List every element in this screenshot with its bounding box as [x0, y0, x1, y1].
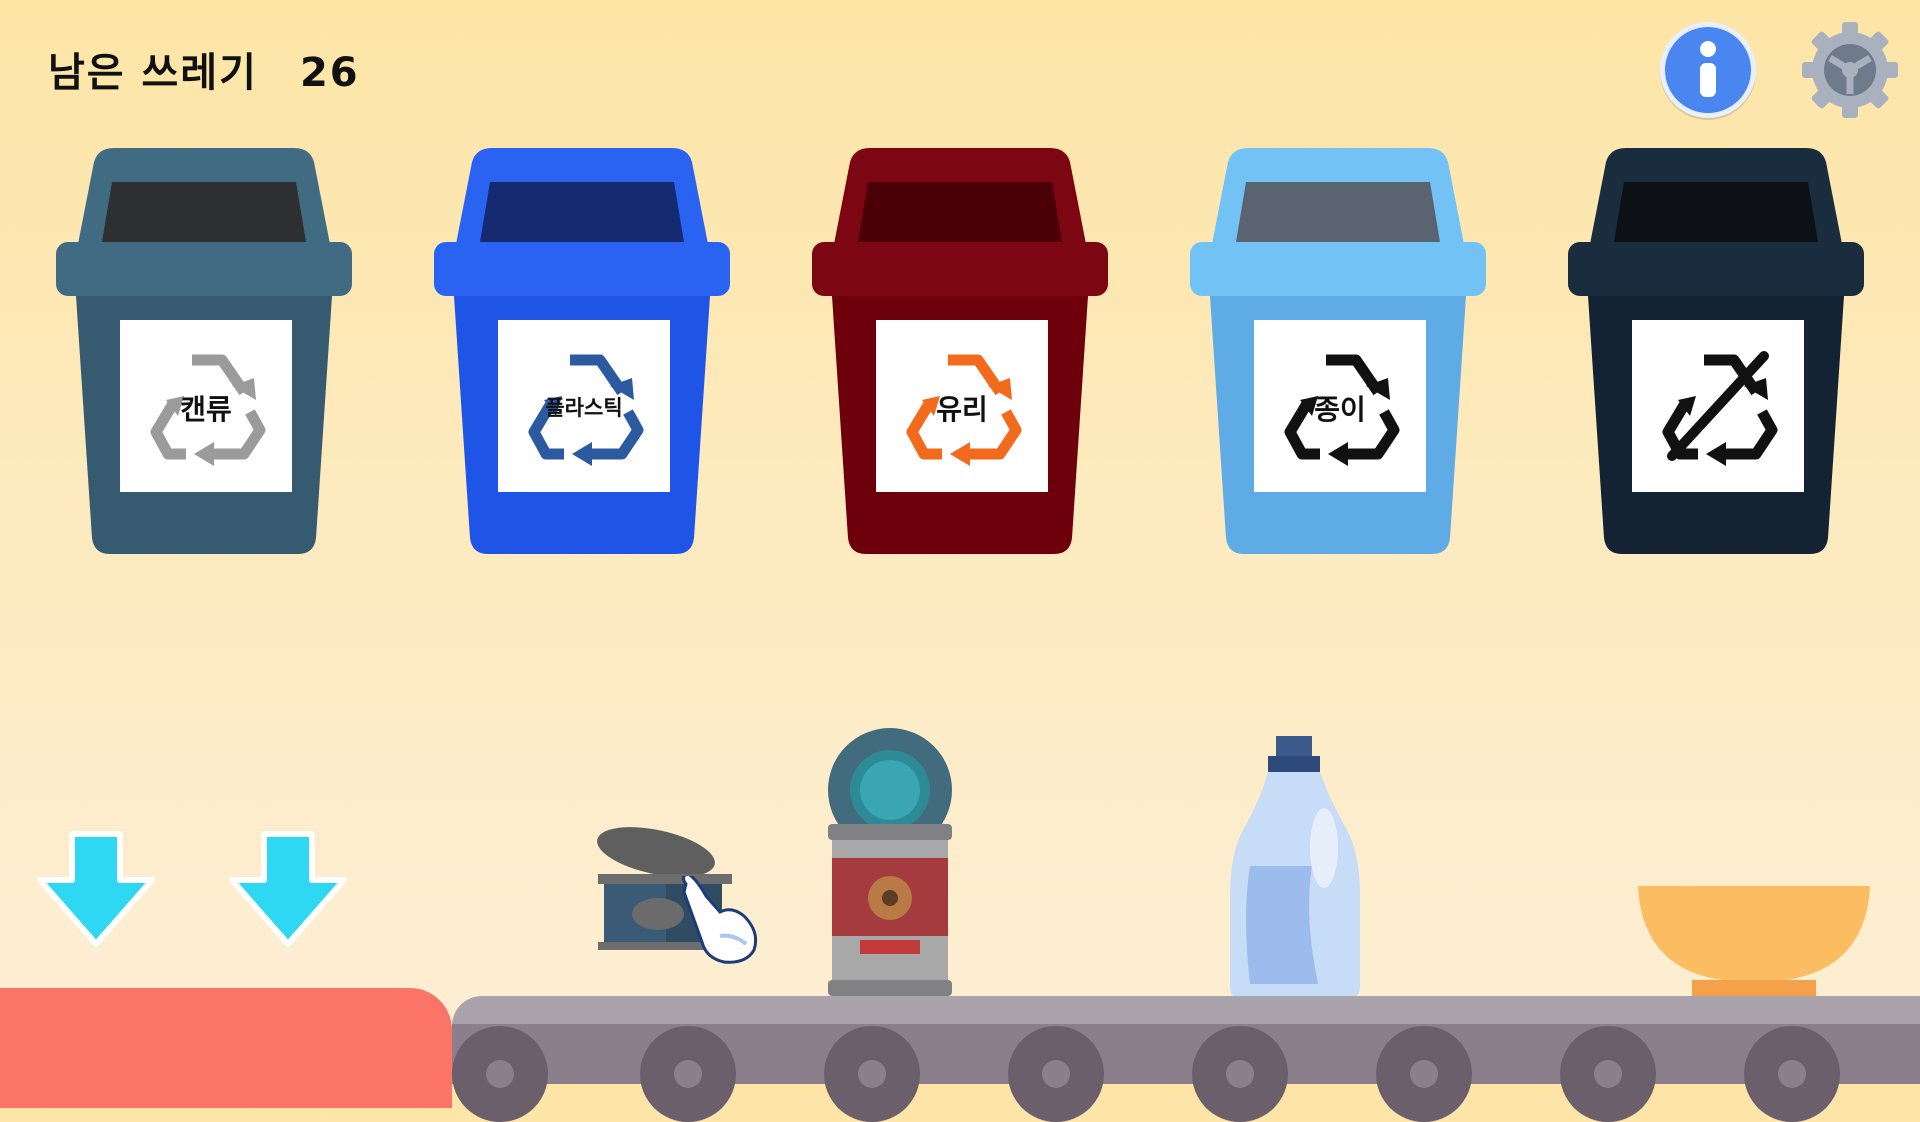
bin-glass[interactable]: 유리	[810, 148, 1110, 554]
down-arrow-icon	[37, 831, 155, 947]
bin-cans[interactable]: 캔류	[54, 148, 354, 554]
bin-label-text: 캔류	[180, 393, 232, 426]
conveyor-belt	[452, 996, 1920, 1122]
bin-label-cans: 캔류	[120, 320, 292, 492]
settings-button[interactable]	[1798, 18, 1902, 122]
bin-label-text: 플라스틱	[545, 396, 623, 420]
bin-general-waste[interactable]	[1566, 148, 1866, 554]
food-can-icon	[828, 728, 952, 996]
conveyor-wheel	[1008, 1026, 1104, 1122]
conveyor-wheel	[1376, 1026, 1472, 1122]
drop-right-button[interactable]	[228, 830, 348, 948]
conveyor-wheel	[1560, 1026, 1656, 1122]
bin-plastic[interactable]: 플라스틱	[432, 148, 732, 554]
info-icon	[1700, 41, 1716, 97]
bin-paper[interactable]: 종이	[1188, 148, 1488, 554]
conveyor-wheel	[1192, 1026, 1288, 1122]
bin-label-paper: 종이	[1254, 320, 1426, 492]
conveyor-wheel	[824, 1026, 920, 1122]
bin-label-text: 유리	[936, 393, 988, 426]
bin-label-general	[1632, 320, 1804, 492]
info-button[interactable]	[1660, 22, 1756, 118]
food-can[interactable]	[826, 728, 954, 1004]
plastic-detergent-bottle[interactable]	[1228, 736, 1362, 1004]
no-recycle-icon	[1662, 351, 1778, 466]
remaining-trash-counter: 남은 쓰레기 26	[48, 40, 360, 98]
conveyor-wheel	[640, 1026, 736, 1122]
bin-label-plastic: 플라스틱	[498, 320, 670, 492]
orange-bowl[interactable]	[1636, 884, 1872, 1002]
bowl-icon	[1638, 886, 1870, 996]
conveyor-wheel	[452, 1026, 548, 1122]
bin-label-glass: 유리	[876, 320, 1048, 492]
conveyor-wheel	[1744, 1026, 1840, 1122]
left-platform	[0, 988, 452, 1108]
gear-icon	[1802, 22, 1898, 118]
remaining-trash-label: 남은 쓰레기	[48, 50, 258, 96]
remaining-trash-count: 26	[299, 50, 360, 96]
conveyor-belt-surface	[452, 996, 1920, 1026]
down-arrow-icon	[229, 831, 347, 947]
drop-left-button[interactable]	[36, 830, 156, 948]
detergent-bottle-icon	[1230, 736, 1360, 1000]
bin-label-text: 종이	[1314, 393, 1366, 426]
pointing-hand-cursor	[676, 872, 762, 970]
pointing-hand-icon	[681, 872, 758, 964]
